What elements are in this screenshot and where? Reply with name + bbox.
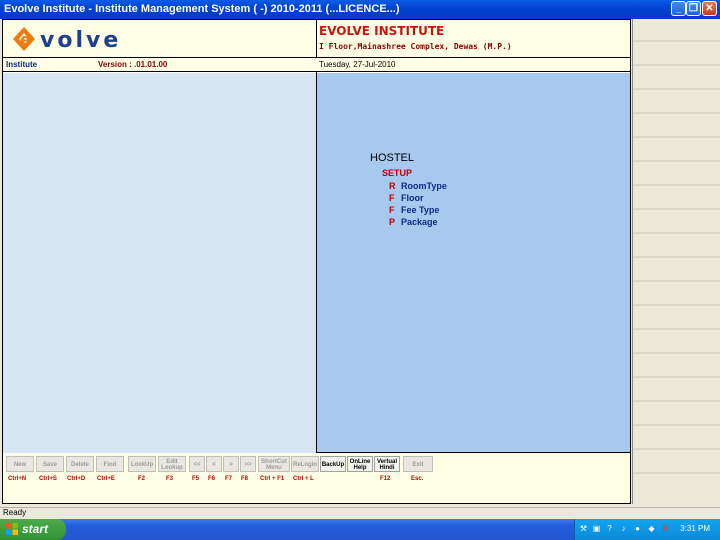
shortcut-label: Ctrl + F1 (260, 476, 285, 482)
shortcut-label: F12 (380, 476, 391, 482)
delete-button[interactable]: Delete (66, 456, 94, 472)
menu-section: SETUP (382, 168, 413, 178)
menu-item-label: Fee Type (401, 205, 440, 215)
online-help-button[interactable]: OnLine Help (347, 456, 373, 472)
help-icon[interactable]: ? (605, 524, 614, 533)
clock[interactable]: 3:31 PM (680, 524, 710, 533)
antivirus-icon[interactable]: K (661, 524, 670, 533)
save-button[interactable]: Save (36, 456, 64, 472)
start-label: start (22, 522, 49, 536)
maximize-button[interactable]: ❐ (686, 1, 701, 16)
relogin-button[interactable]: ReLogin (291, 456, 319, 472)
start-button[interactable]: start (0, 519, 66, 540)
evolve-logo: e volve (9, 24, 139, 54)
shortcut-label: Ctrl + L (293, 476, 314, 482)
menu-item-package[interactable]: P Package (389, 217, 438, 227)
logo-letter: e (20, 30, 31, 49)
edit-lookup-button[interactable]: Edit Lookup (158, 456, 186, 472)
shortcut-label: Ctrl+D (67, 476, 86, 482)
volume-icon[interactable]: ♪ (619, 524, 628, 533)
language-icon[interactable]: ● (633, 524, 642, 533)
menu-item-label: Package (401, 217, 438, 227)
version-label: Version : .01.01.00 (98, 60, 168, 69)
action-toolbar: New Save Delete Find LookUp Edit Lookup … (3, 453, 630, 503)
status-bar: Ready (0, 507, 720, 519)
institute-label: Institute (6, 60, 38, 69)
window-title: Evolve Institute - Institute Management … (4, 3, 400, 15)
system-tray: ⚒ ▣ ? ♪ ● ◆ K 3:31 PM (574, 519, 720, 540)
menu-item-roomtype[interactable]: R RoomType (389, 181, 447, 191)
exit-button[interactable]: Exit (403, 456, 433, 472)
logo-text: volve (40, 28, 121, 53)
shortcut-label: F3 (166, 476, 174, 482)
previous-record-button[interactable]: < (206, 456, 222, 472)
info-bar: Institute Version : .01.01.00 Tuesday, 2… (3, 58, 630, 72)
backup-button[interactable]: BackUp (320, 456, 346, 472)
network-icon[interactable]: ▣ (592, 524, 601, 533)
vertual-hindi-button[interactable]: Vertual Hindi (374, 456, 400, 472)
side-panel (632, 19, 720, 504)
institute-address: I Floor,Mainashree Complex, Dewas (M.P.) (319, 42, 512, 51)
main-frame: e volve EVOLVE INSTITUTE I Floor,Mainash… (2, 19, 631, 504)
lookup-button[interactable]: LookUp (128, 456, 156, 472)
window-titlebar[interactable]: Evolve Institute - Institute Management … (0, 0, 720, 19)
menu-title: HOSTEL (370, 152, 415, 164)
institute-name: EVOLVE INSTITUTE (319, 24, 445, 38)
shortcut-label: F6 (208, 476, 216, 482)
menu-item-label: Floor (401, 193, 424, 203)
shortcut-label: F8 (241, 476, 249, 482)
menu-item-key: F (389, 193, 395, 203)
close-button[interactable]: ✕ (702, 1, 717, 16)
new-button[interactable]: New (6, 456, 34, 472)
shortcut-label: F7 (225, 476, 233, 482)
taskbar: start ⚒ ▣ ? ♪ ● ◆ K 3:31 PM (0, 519, 720, 540)
menu-item-floor[interactable]: F Floor (389, 193, 424, 203)
windows-flag-icon (6, 523, 18, 535)
shortcut-label: Ctrl+E (97, 476, 115, 482)
menu-pane: HOSTEL SETUP R RoomType F Floor F Fee Type … (316, 73, 630, 453)
first-record-button[interactable]: << (189, 456, 205, 472)
next-record-button[interactable]: > (223, 456, 239, 472)
shortcut-menu-button[interactable]: ShortCut Menu (258, 456, 290, 472)
minimize-button[interactable]: _ (671, 1, 686, 16)
menu-item-key: P (389, 217, 396, 227)
left-pane (3, 73, 316, 453)
last-record-button[interactable]: >> (240, 456, 256, 472)
shortcut-label: Ctrl+S (39, 476, 57, 482)
menu-item-fee-type[interactable]: F Fee Type (389, 205, 439, 215)
date-label: Tuesday, 27-Jul-2010 (319, 60, 396, 69)
safe-remove-icon[interactable]: ◆ (647, 524, 656, 533)
shortcut-label: F5 (192, 476, 200, 482)
status-text: Ready (3, 508, 27, 517)
menu-item-label: RoomType (401, 181, 447, 191)
find-button[interactable]: Find (96, 456, 124, 472)
tools-icon[interactable]: ⚒ (579, 524, 588, 533)
shortcut-label: F2 (138, 476, 146, 482)
menu-item-key: R (389, 181, 396, 191)
menu-item-key: F (389, 205, 395, 215)
shortcut-label: Esc. (411, 476, 424, 482)
shortcut-label: Ctrl+N (8, 476, 27, 482)
